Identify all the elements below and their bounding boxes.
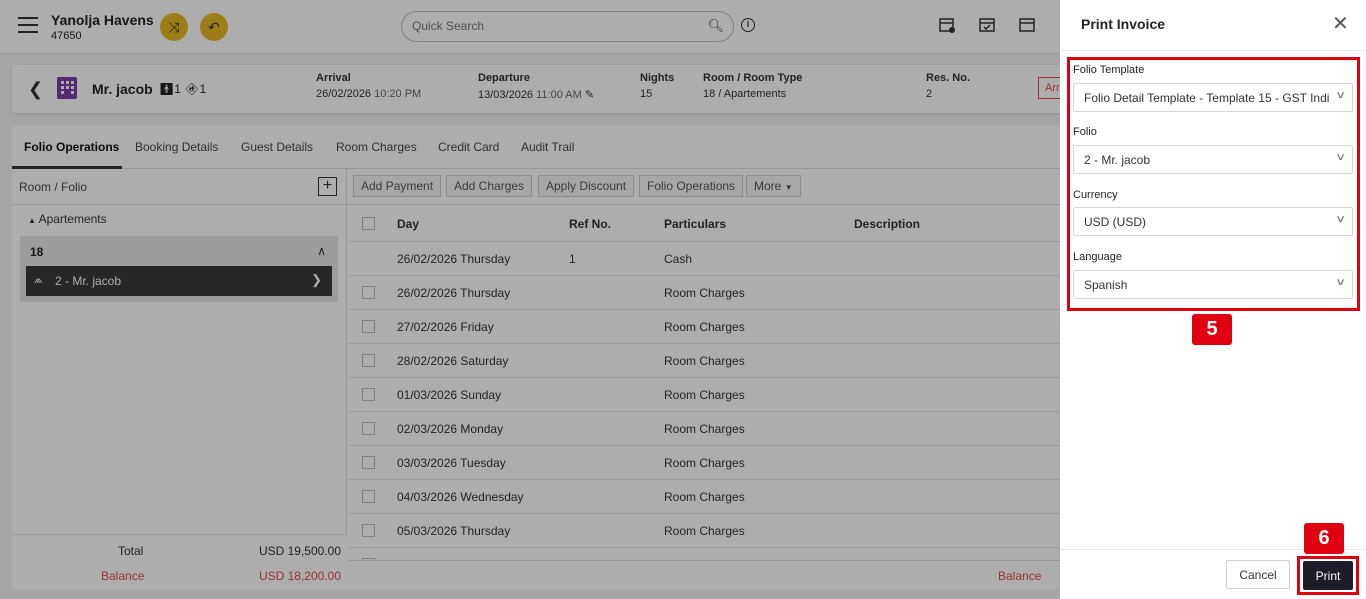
step-badge-6: 6	[1304, 523, 1344, 554]
fields-highlight	[1067, 57, 1360, 311]
cancel-button[interactable]: Cancel	[1226, 560, 1290, 589]
divider	[1060, 50, 1366, 51]
modal-overlay[interactable]	[0, 0, 1060, 599]
drawer-title: Print Invoice	[1081, 16, 1166, 32]
print-highlight: Print	[1297, 556, 1359, 595]
step-badge-5: 5	[1192, 314, 1232, 345]
print-button[interactable]: Print	[1303, 561, 1353, 590]
print-invoice-drawer: Print Invoice ✕ Folio Template Folio Det…	[1060, 0, 1366, 599]
close-icon[interactable]: ✕	[1332, 14, 1349, 34]
